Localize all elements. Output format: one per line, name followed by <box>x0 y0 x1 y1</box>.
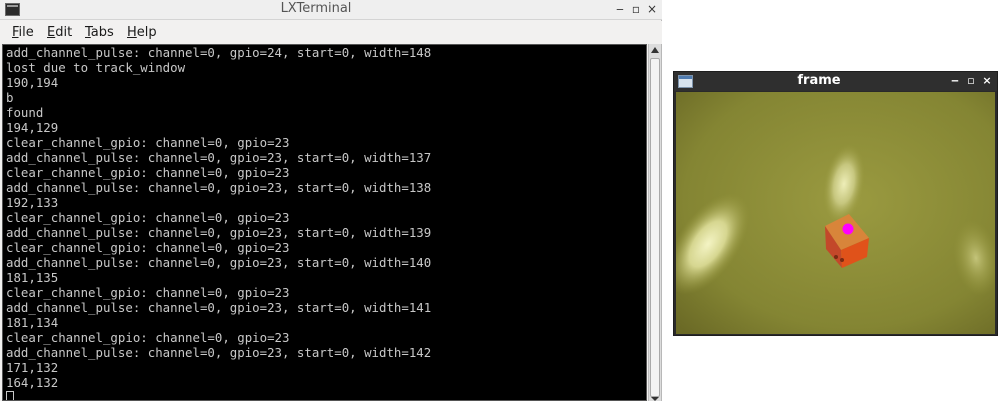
terminal-cursor <box>6 391 14 400</box>
terminal-line: clear_channel_gpio: channel=0, gpio=23 <box>6 165 290 180</box>
terminal-line: add_channel_pulse: channel=0, gpio=23, s… <box>6 300 432 315</box>
terminal-line: 181,134 <box>6 315 59 330</box>
menu-tabs-label: abs <box>90 25 114 40</box>
terminal-line: add_channel_pulse: channel=0, gpio=23, s… <box>6 225 432 240</box>
menu-help[interactable]: Help <box>127 25 157 40</box>
lxterminal-window: LXTerminal ‒ ▫ × File Edit Tabs Help add… <box>0 0 662 401</box>
terminal-line: add_channel_pulse: channel=0, gpio=23, s… <box>6 345 432 360</box>
terminal-line: 164,132 <box>6 375 59 390</box>
frame-window: frame ‒ ▫ × <box>673 71 998 336</box>
frame-titlebar[interactable]: frame ‒ ▫ × <box>674 72 997 91</box>
maximize-button[interactable]: ▫ <box>629 2 643 16</box>
frame-maximize-button[interactable]: ▫ <box>964 73 978 89</box>
camera-frame-svg <box>676 92 995 334</box>
frame-close-button[interactable]: × <box>980 73 994 89</box>
terminal-line: 194,129 <box>6 120 59 135</box>
scroll-up-arrow-icon[interactable] <box>651 47 659 53</box>
menu-edit-label: dit <box>55 25 73 40</box>
menu-file-label: ile <box>18 25 34 40</box>
terminal-line: 190,194 <box>6 75 59 90</box>
menu-edit-mnemonic: E <box>47 25 56 40</box>
camera-frame-image <box>676 92 995 334</box>
menu-tabs[interactable]: Tabs <box>85 25 114 40</box>
terminal-line: clear_channel_gpio: channel=0, gpio=23 <box>6 330 290 345</box>
frame-window-title: frame <box>797 73 841 88</box>
terminal-line: add_channel_pulse: channel=0, gpio=23, s… <box>6 255 432 270</box>
terminal-line: 171,132 <box>6 360 59 375</box>
terminal-line: b <box>6 90 14 105</box>
frame-minimize-button[interactable]: ‒ <box>948 73 962 89</box>
terminal-line: 181,135 <box>6 270 59 285</box>
tracking-marker-dot <box>842 223 854 235</box>
terminal-output[interactable]: add_channel_pulse: channel=0, gpio=24, s… <box>2 44 647 401</box>
terminal-line: 192,133 <box>6 195 59 210</box>
terminal-line: add_channel_pulse: channel=0, gpio=24, s… <box>6 45 432 60</box>
terminal-line: clear_channel_gpio: channel=0, gpio=23 <box>6 285 290 300</box>
terminal-line: clear_channel_gpio: channel=0, gpio=23 <box>6 240 290 255</box>
object-dot <box>834 255 838 259</box>
terminal-line: clear_channel_gpio: channel=0, gpio=23 <box>6 135 290 150</box>
scroll-down-arrow-icon[interactable] <box>651 397 659 401</box>
terminal-line: add_channel_pulse: channel=0, gpio=23, s… <box>6 150 432 165</box>
terminal-titlebar[interactable]: LXTerminal ‒ ▫ × <box>0 0 662 20</box>
menu-file[interactable]: File <box>12 25 34 40</box>
minimize-button[interactable]: ‒ <box>613 2 627 16</box>
menu-edit[interactable]: Edit <box>47 25 72 40</box>
menubar: File Edit Tabs Help <box>0 21 662 44</box>
menu-help-label: elp <box>136 25 157 40</box>
object-dot <box>840 258 844 262</box>
terminal-window-title: LXTerminal <box>280 1 352 16</box>
terminal-scrollbar[interactable] <box>648 44 661 401</box>
terminal-line: add_channel_pulse: channel=0, gpio=23, s… <box>6 180 432 195</box>
menu-help-mnemonic: H <box>127 25 137 40</box>
terminal-line: clear_channel_gpio: channel=0, gpio=23 <box>6 210 290 225</box>
scrollbar-thumb[interactable] <box>650 58 660 397</box>
terminal-line: lost due to track_window <box>6 60 186 75</box>
close-button[interactable]: × <box>645 2 659 16</box>
terminal-line: found <box>6 105 44 120</box>
